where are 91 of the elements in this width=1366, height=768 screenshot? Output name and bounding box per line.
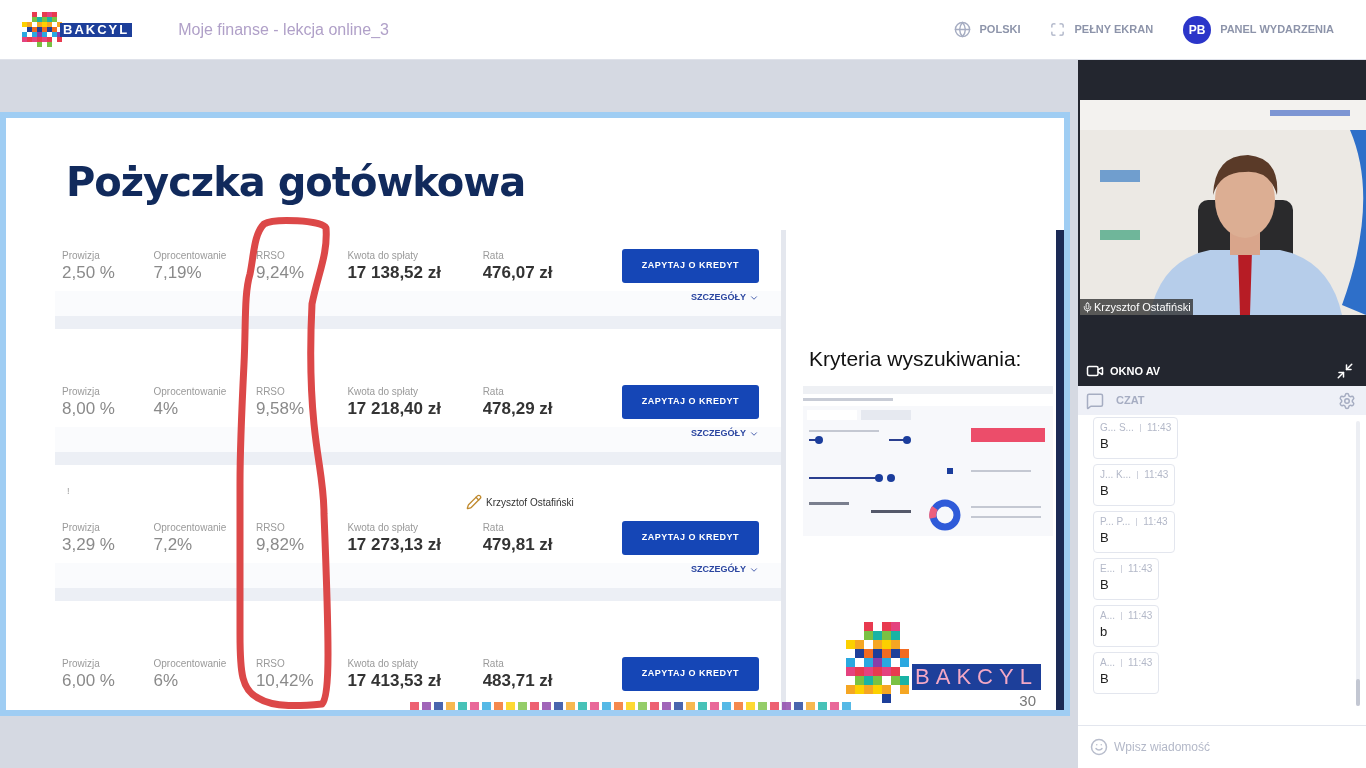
field-value: 3,29 % bbox=[62, 533, 116, 556]
warning-mark: ! bbox=[67, 485, 70, 498]
field-value: 17 138,52 zł bbox=[347, 261, 442, 284]
pointer-label: Krzysztof Ostafiński bbox=[486, 495, 574, 510]
field-label: RRSO bbox=[255, 520, 286, 534]
field-value: 6,00 % bbox=[62, 669, 116, 692]
speaker-name: Krzysztof Ostafiński bbox=[1094, 299, 1191, 315]
details-link[interactable]: SZCZEGÓŁY bbox=[691, 563, 760, 577]
message-author: A... bbox=[1100, 609, 1115, 622]
microphone-icon bbox=[1082, 301, 1093, 313]
pencil-icon bbox=[466, 494, 482, 510]
field-label: Prowizja bbox=[62, 384, 101, 398]
message-time: 11:43 bbox=[1128, 609, 1153, 622]
message-author: E... bbox=[1100, 562, 1115, 575]
avatar: PB bbox=[1183, 15, 1212, 44]
field-label: Rata bbox=[482, 520, 505, 534]
emoji-icon[interactable] bbox=[1090, 738, 1108, 756]
message-time: 11:43 bbox=[1144, 468, 1169, 481]
message-time: 11:43 bbox=[1128, 562, 1153, 575]
field-value: 6% bbox=[153, 669, 180, 692]
ask-credit-button[interactable]: ZAPYTAJ O KREDYT bbox=[621, 521, 760, 555]
field-label: Oprocentowanie bbox=[153, 248, 228, 262]
field-label: Prowizja bbox=[62, 248, 101, 262]
field-label: Kwota do spłaty bbox=[347, 520, 419, 534]
message-time: 11:43 bbox=[1146, 421, 1172, 434]
message-input[interactable]: Wpisz wiadomość bbox=[1114, 738, 1366, 756]
page-number: 30 bbox=[1019, 690, 1036, 710]
field-label: Kwota do spłaty bbox=[347, 384, 419, 398]
details-link[interactable]: SZCZEGÓŁY bbox=[691, 427, 760, 441]
logo-text: BAKCYL bbox=[60, 22, 133, 37]
ask-credit-button[interactable]: ZAPYTAJ O KREDYT bbox=[621, 249, 760, 283]
logo-text: BAKCYL bbox=[912, 664, 1041, 690]
field-label: Rata bbox=[482, 656, 505, 670]
field-value: 4% bbox=[153, 397, 180, 420]
ask-credit-button[interactable]: ZAPYTAJ O KREDYT bbox=[621, 385, 760, 419]
field-label: RRSO bbox=[255, 656, 286, 670]
settings-icon[interactable] bbox=[1338, 391, 1356, 410]
field-label: Kwota do spłaty bbox=[347, 248, 419, 262]
field-value: 9,82% bbox=[255, 533, 306, 556]
field-value: 483,71 zł bbox=[482, 669, 554, 692]
panel-title: OKNO AV bbox=[1110, 363, 1161, 379]
field-value: 8,00 % bbox=[62, 397, 116, 420]
field-value: 17 273,13 zł bbox=[347, 533, 442, 556]
message-text: b bbox=[1100, 623, 1109, 641]
event-panel-button[interactable]: PB PANEL WYDARZENIA bbox=[1183, 15, 1334, 44]
field-label: RRSO bbox=[255, 248, 286, 262]
field-value: 476,07 zł bbox=[482, 261, 554, 284]
field-label: Prowizja bbox=[62, 520, 101, 534]
field-label: Oprocentowanie bbox=[153, 384, 228, 398]
field-value: 479,81 zł bbox=[482, 533, 554, 556]
message-author: P... P... bbox=[1100, 515, 1131, 528]
event-title: Moje finanse - lekcja online_3 bbox=[178, 19, 389, 40]
field-label: Oprocentowanie bbox=[153, 656, 228, 670]
field-label: Rata bbox=[482, 248, 505, 262]
field-value: 9,24% bbox=[255, 261, 306, 284]
chevron-down-icon bbox=[749, 565, 760, 575]
chevron-down-icon bbox=[749, 293, 760, 303]
logo-mosaic-icon bbox=[22, 11, 62, 48]
criteria-heading: Kryteria wyszukiwania: bbox=[808, 346, 1023, 372]
field-label: RRSO bbox=[255, 384, 286, 398]
message-author: J... K... bbox=[1100, 468, 1132, 481]
message-time: 11:43 bbox=[1128, 656, 1153, 669]
slide-title: Pożyczka gotówkowa bbox=[66, 158, 527, 206]
message-author: G... S... bbox=[1100, 421, 1134, 434]
message-text: B bbox=[1100, 576, 1110, 594]
field-label: Kwota do spłaty bbox=[347, 656, 419, 670]
field-value: 7,19% bbox=[153, 261, 203, 284]
field-value: 7,2% bbox=[153, 533, 194, 556]
field-value: 10,42% bbox=[255, 669, 315, 692]
field-value: 17 218,40 zł bbox=[347, 397, 442, 420]
field-label: Prowizja bbox=[62, 656, 101, 670]
chat-icon bbox=[1086, 391, 1104, 410]
message-text: B bbox=[1100, 435, 1110, 453]
ask-credit-button[interactable]: ZAPYTAJ O KREDYT bbox=[621, 657, 760, 691]
field-value: 478,29 zł bbox=[482, 397, 554, 420]
message-text: B bbox=[1100, 482, 1110, 500]
message-author: A... bbox=[1100, 656, 1115, 669]
message-time: 11:43 bbox=[1143, 515, 1168, 528]
field-label: Oprocentowanie bbox=[153, 520, 228, 534]
chat-title: CZAT bbox=[1116, 393, 1145, 409]
message-text: B bbox=[1100, 670, 1110, 688]
field-value: 9,58% bbox=[255, 397, 306, 420]
field-label: Rata bbox=[482, 384, 505, 398]
field-value: 17 413,53 zł bbox=[347, 669, 442, 692]
fullscreen-icon bbox=[1050, 22, 1066, 37]
details-link[interactable]: SZCZEGÓŁY bbox=[691, 291, 760, 305]
field-value: 2,50 % bbox=[62, 261, 116, 284]
chevron-down-icon bbox=[749, 429, 760, 439]
globe-icon bbox=[953, 21, 971, 38]
message-text: B bbox=[1100, 529, 1110, 547]
minimize-icon[interactable] bbox=[1336, 362, 1354, 380]
